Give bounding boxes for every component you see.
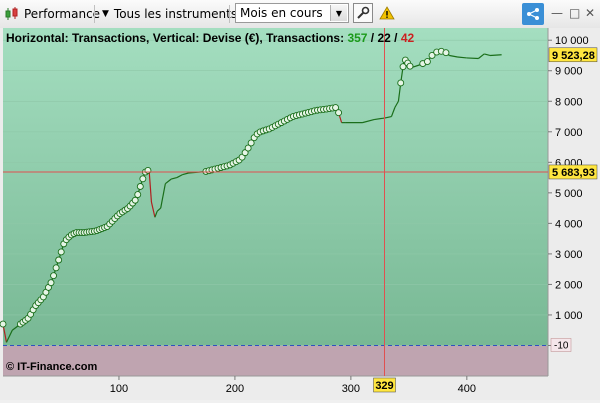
x-tick-label: 400 <box>458 383 476 395</box>
trade-marker <box>52 264 60 272</box>
trade-marker <box>0 320 7 328</box>
trade-marker <box>442 49 450 57</box>
performance-label: Performance <box>24 7 101 21</box>
crosshair-y-label: 5 683,93 <box>548 164 598 180</box>
share-button[interactable] <box>522 3 544 25</box>
trade-marker <box>397 79 405 87</box>
instruments-dropdown[interactable]: ▼ Tous les instruments <box>102 4 237 24</box>
y-tick-label: 10 000 <box>555 35 589 47</box>
crosshair-x-label: 329 <box>373 377 396 393</box>
trade-marker <box>55 256 63 264</box>
chevron-down-icon[interactable]: ▼ <box>330 5 347 21</box>
count-total: 357 <box>347 31 367 45</box>
trade-marker <box>406 62 414 70</box>
candlestick-icon <box>4 6 20 22</box>
wrench-icon <box>357 6 370 19</box>
count-separator: / <box>391 31 401 45</box>
restore-icon[interactable]: □ <box>569 6 580 20</box>
series-segment <box>489 54 502 57</box>
trade-marker <box>50 272 58 280</box>
crosshair-y-text: 5 683,93 <box>552 167 595 179</box>
watermark: © IT-Finance.com <box>6 361 97 373</box>
period-select[interactable]: Mois en cours ▼ <box>235 3 349 23</box>
trade-marker <box>423 58 431 66</box>
trade-marker <box>139 175 147 183</box>
y-tick-label: 8 000 <box>555 96 583 108</box>
crosshair-x-text: 329 <box>375 380 393 392</box>
chart-header: Horizontal: Transactions, Vertical: Devi… <box>6 31 415 45</box>
y-tick-label: 5 000 <box>555 188 583 200</box>
zero-line-label: -10 <box>550 338 572 352</box>
series-segment <box>466 57 479 60</box>
y-tick-label: 7 000 <box>555 127 583 139</box>
minimize-icon[interactable]: — <box>551 6 563 20</box>
positive-area <box>3 28 548 346</box>
toolbar-separator <box>94 5 95 23</box>
y-tick-label: 2 000 <box>555 279 583 291</box>
toolbar-separator <box>229 5 230 23</box>
count-losing: 42 <box>401 31 415 45</box>
last-value-text: 9 523,28 <box>552 50 595 62</box>
y-tick-label: 9 000 <box>555 66 583 78</box>
zero-line-text: -10 <box>554 340 569 351</box>
toolbar: Performance ▼ Tous les instruments Mois … <box>0 0 600 29</box>
dropdown-arrow-icon: ▼ <box>102 9 109 19</box>
warning-button[interactable] <box>377 3 397 23</box>
trade-marker <box>136 183 144 190</box>
performance-chart[interactable]: 10 0009 0008 0007 0006 0005 0004 0003 00… <box>0 28 600 400</box>
trade-marker <box>131 196 139 204</box>
chart-panel: 10 000 9 000 8 000 7 000 6 000 5 000 4 000 3 00… <box>0 28 600 400</box>
wrench-settings-button[interactable] <box>353 3 373 23</box>
performance-button[interactable]: Performance <box>4 4 100 24</box>
y-tick-label: 1 000 <box>555 310 583 322</box>
last-value-label: 9 523,28 <box>548 47 598 63</box>
trade-marker <box>134 191 142 199</box>
share-icon <box>527 8 539 20</box>
x-tick-label: 100 <box>110 383 128 395</box>
header-prefix: Horizontal: Transactions, Vertical: Devi… <box>6 31 347 45</box>
warning-icon <box>379 6 395 20</box>
trade-marker <box>57 248 65 256</box>
trade-marker <box>335 109 343 117</box>
count-flat: 22 <box>377 31 391 45</box>
y-tick-label: 4 000 <box>555 218 583 230</box>
instruments-label: Tous les instruments <box>113 7 238 21</box>
x-tick-label: 200 <box>226 383 244 395</box>
y-tick-label: 3 000 <box>555 249 583 261</box>
close-icon[interactable]: ✕ <box>585 6 595 20</box>
period-value: Mois en cours <box>240 6 323 20</box>
trade-marker <box>47 279 55 287</box>
x-tick-label: 300 <box>342 383 360 395</box>
trade-marker <box>144 167 152 174</box>
count-separator: / <box>367 31 377 45</box>
